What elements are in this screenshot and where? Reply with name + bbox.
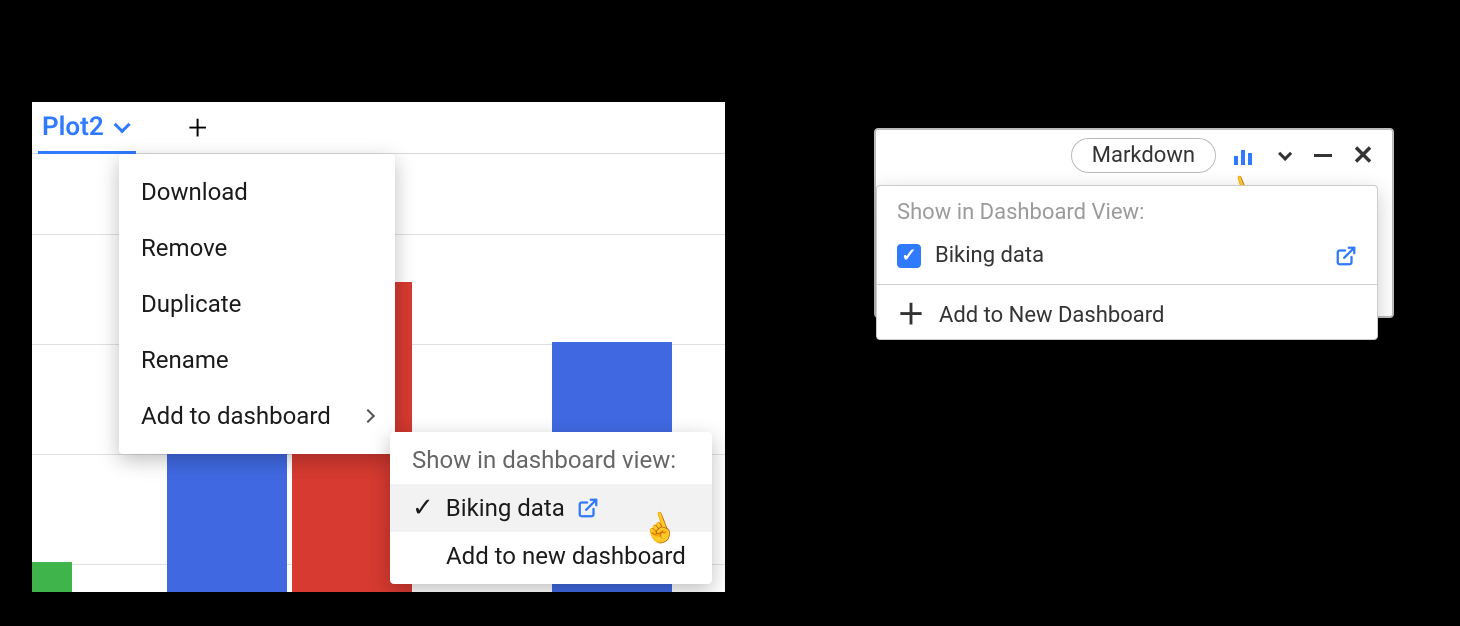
open-external-icon[interactable]	[577, 497, 599, 519]
tabbar: Plot2 +	[32, 102, 725, 154]
add-tab-button[interactable]: +	[180, 110, 216, 146]
submenu-add-new-dashboard[interactable]: Add to new dashboard	[390, 532, 712, 580]
close-icon[interactable]: ✕	[1350, 143, 1376, 169]
chevron-right-icon	[361, 409, 375, 423]
menu-item-label: Download	[141, 178, 248, 206]
minimize-icon[interactable]	[1310, 143, 1336, 169]
dashboard-item-label: Biking data	[935, 243, 1044, 268]
chevron-down-icon[interactable]	[113, 116, 130, 133]
dashboard-view-menu: Show in Dashboard View: ✓ Biking data ＋ …	[876, 185, 1378, 340]
menu-duplicate[interactable]: Duplicate	[119, 276, 395, 332]
menu-download[interactable]: Download	[119, 164, 395, 220]
bar-green	[32, 562, 72, 592]
plus-icon: ＋	[897, 301, 925, 329]
tab-plot2[interactable]: Plot2	[38, 103, 136, 154]
menu-item-label: Duplicate	[141, 290, 241, 318]
submenu-header: Show in dashboard view:	[390, 432, 712, 484]
dashboard-menu-header: Show in Dashboard View:	[877, 186, 1377, 233]
chevron-down-icon[interactable]	[1270, 143, 1296, 169]
submenu-item-label: Biking data	[446, 494, 565, 522]
open-external-icon[interactable]	[1335, 245, 1357, 267]
menu-remove[interactable]: Remove	[119, 220, 395, 276]
plot-panel: Plot2 + Download Remove Duplicate Rename…	[32, 102, 725, 592]
submenu-item-label: Add to new dashboard	[446, 542, 686, 570]
menu-item-label: Remove	[141, 234, 227, 262]
dashboard-item-biking-data[interactable]: ✓ Biking data	[877, 233, 1377, 278]
dashboard-submenu: Show in dashboard view: ✓ Biking data Ad…	[390, 432, 712, 584]
dashboard-item-label: Add to New Dashboard	[939, 303, 1164, 328]
bar-chart-icon[interactable]	[1230, 143, 1256, 169]
menu-item-label: Add to dashboard	[141, 402, 331, 430]
submenu-item-biking-data[interactable]: ✓ Biking data	[390, 484, 712, 532]
menu-divider	[877, 284, 1377, 285]
cell-type-selector[interactable]: Markdown	[1071, 138, 1216, 173]
menu-rename[interactable]: Rename	[119, 332, 395, 388]
cell-toolbar: Markdown ✕	[876, 130, 1392, 181]
tab-context-menu: Download Remove Duplicate Rename Add to …	[119, 154, 395, 454]
check-icon: ✓	[412, 495, 434, 521]
plus-icon: +	[188, 111, 207, 145]
checkbox-checked-icon[interactable]: ✓	[897, 244, 921, 268]
cell-type-label: Markdown	[1092, 143, 1195, 168]
add-to-new-dashboard[interactable]: ＋ Add to New Dashboard	[877, 291, 1377, 339]
menu-item-label: Rename	[141, 346, 229, 374]
menu-add-to-dashboard[interactable]: Add to dashboard	[119, 388, 395, 444]
tab-label: Plot2	[42, 112, 104, 142]
